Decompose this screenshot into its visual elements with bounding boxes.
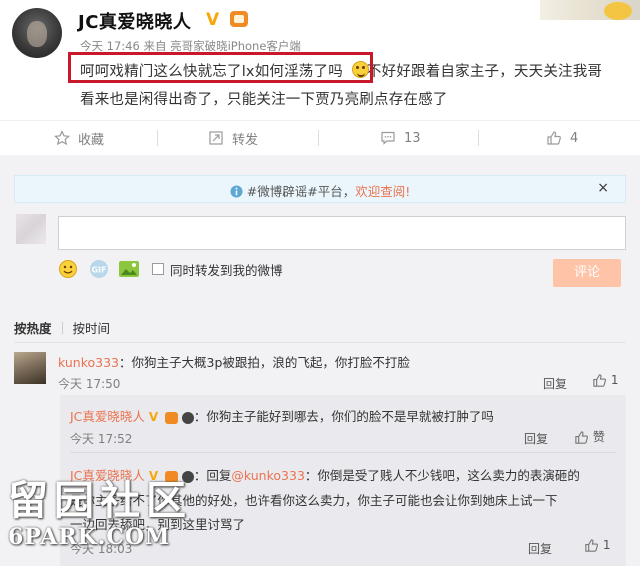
reply-like-label: 赞: [592, 430, 605, 444]
repost-button[interactable]: 转发: [208, 121, 258, 155]
member-badge-icon: [230, 11, 248, 27]
verified-badge-icon: V: [206, 10, 220, 30]
reply-text: 你狗主子能好到哪去，你们的脸不是早就被打肿了吗: [206, 409, 494, 424]
reply-author-name[interactable]: JC真爱晓晓人: [70, 409, 145, 424]
post-author-name[interactable]: JC真爱晓晓人: [78, 8, 191, 34]
submit-comment-button[interactable]: 评论: [553, 259, 621, 287]
watermark-line2: 6PARK.COM: [8, 524, 171, 550]
fan-badge-icon: [181, 411, 194, 424]
sort-by-time[interactable]: 按时间: [73, 318, 111, 337]
reply-button[interactable]: 回复: [524, 430, 548, 447]
svg-text:GIF: GIF: [91, 266, 106, 275]
rumor-notice-banner: #微博辟谣#平台，欢迎查阅! ×: [14, 175, 626, 203]
comment-like-count: 1: [610, 373, 619, 387]
emoji-icon[interactable]: [58, 259, 78, 279]
member-badge-icon: [164, 411, 178, 424]
reply-button[interactable]: 回复: [528, 540, 552, 557]
gif-icon[interactable]: GIF: [88, 259, 110, 279]
comment-input[interactable]: [58, 216, 626, 250]
decoration-card-icon: [540, 0, 640, 20]
like-count: 4: [570, 130, 579, 146]
like-button[interactable]: 4: [546, 121, 578, 155]
info-icon: [230, 185, 243, 198]
post-action-bar: 收藏 转发 13 4: [0, 120, 640, 154]
comment-item: kunko333：你狗主子大概3p被跟拍，浪的飞起，你打脸不打脸: [58, 355, 410, 370]
divider: [70, 452, 616, 453]
also-repost-checkbox[interactable]: [152, 263, 164, 275]
compose-toolbar: GIF 同时转发到我的微博: [58, 258, 283, 280]
reply-like-button[interactable]: 1: [584, 538, 610, 553]
thumbs-up-icon: [593, 374, 607, 387]
reply-time: 今天 17:52: [70, 432, 133, 446]
repost-icon: [209, 131, 223, 145]
post-text-rest: 不好好跟着自家主子，天天关注我哥: [366, 64, 603, 80]
reply-text-line1: 你倒是受了贱人不少钱吧，这么卖力的表演砸的: [317, 468, 580, 483]
commenter-avatar[interactable]: [14, 352, 46, 384]
highlight-box: [68, 52, 373, 83]
reply-like-button[interactable]: 赞: [574, 428, 605, 445]
repost-label: 转发: [232, 132, 259, 148]
favorite-label: 收藏: [78, 132, 105, 148]
also-repost-label: 同时转发到我的微博: [170, 262, 283, 278]
site-watermark: 留园社区 6PARK.COM: [8, 468, 192, 550]
author-avatar[interactable]: [12, 8, 62, 58]
sort-by-hot[interactable]: 按热度: [14, 318, 52, 337]
comment-button[interactable]: 13: [380, 121, 421, 155]
comment-like-button[interactable]: 1: [592, 373, 618, 388]
reply-prefix: 回复: [206, 468, 232, 483]
thumbs-up-icon: [585, 539, 599, 552]
close-icon[interactable]: ×: [597, 180, 609, 196]
divider: [14, 342, 626, 343]
reply-like-count: 1: [602, 538, 611, 552]
my-avatar: [16, 214, 46, 244]
thumbs-up-icon: [547, 131, 561, 145]
star-icon: [54, 130, 70, 146]
comment-icon: [381, 131, 395, 145]
thumbs-up-icon: [575, 431, 589, 444]
notice-text: #微博辟谣#平台，: [246, 184, 356, 199]
image-icon[interactable]: [118, 260, 140, 278]
comment-time: 今天 17:50: [58, 377, 121, 391]
post-text-line2: 看来也是闲得出奇了，只能关注一下贾乃亮刷点存在感了: [80, 92, 448, 108]
sort-bar: 按热度 按时间: [14, 318, 110, 337]
reply-button[interactable]: 回复: [543, 375, 567, 392]
verified-badge-icon: V: [148, 410, 159, 424]
commenter-name[interactable]: kunko333: [58, 355, 119, 370]
mention-link[interactable]: @kunko333: [231, 468, 305, 483]
comment-count: 13: [404, 130, 421, 146]
notice-link[interactable]: 欢迎查阅!: [355, 184, 410, 199]
watermark-line1: 留园社区: [8, 477, 192, 524]
reply-item: JC真爱晓晓人 V ：你狗主子能好到哪去，你们的脸不是早就被打肿了吗: [70, 409, 494, 424]
comment-text: 你狗主子大概3p被跟拍，浪的飞起，你打脸不打脸: [131, 355, 410, 370]
favorite-button[interactable]: 收藏: [54, 121, 104, 155]
